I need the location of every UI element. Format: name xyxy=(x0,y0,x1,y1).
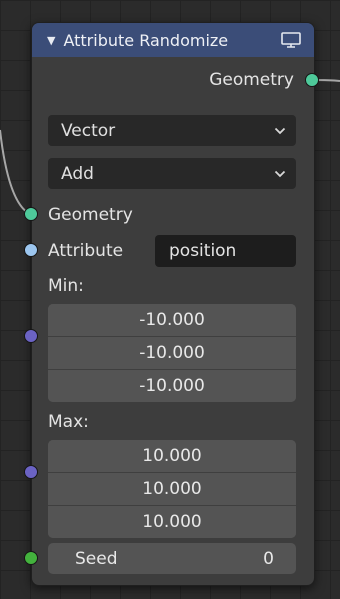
min-y-field[interactable]: -10.000 xyxy=(48,337,296,370)
attribute-name-field[interactable]: position xyxy=(155,235,296,267)
operation-value: Add xyxy=(61,163,94,184)
max-vector-field: 10.000 10.000 10.000 xyxy=(48,440,296,538)
min-socket[interactable] xyxy=(24,329,38,343)
max-x-field[interactable]: 10.000 xyxy=(48,440,296,473)
input-geometry-label: Geometry xyxy=(48,205,133,225)
attribute-socket[interactable] xyxy=(24,243,38,257)
seed-field[interactable]: Seed 0 xyxy=(48,543,296,574)
max-z-field[interactable]: 10.000 xyxy=(48,506,296,538)
seed-label: Seed xyxy=(75,548,118,569)
output-geometry-socket[interactable] xyxy=(305,73,319,87)
min-x-field[interactable]: -10.000 xyxy=(48,304,296,337)
node-title: Attribute Randomize xyxy=(63,30,229,50)
seed-socket[interactable] xyxy=(24,551,38,565)
chevron-down-icon xyxy=(274,127,286,134)
min-label: Min: xyxy=(48,276,84,296)
attribute-label: Attribute xyxy=(48,241,124,261)
monitor-icon[interactable] xyxy=(280,31,302,49)
max-socket[interactable] xyxy=(24,465,38,479)
attribute-name-value: position xyxy=(169,241,237,261)
chevron-down-icon xyxy=(274,170,286,177)
triangle-down-icon[interactable]: ▼ xyxy=(47,34,55,47)
max-y-field[interactable]: 10.000 xyxy=(48,473,296,506)
output-geometry-label: Geometry xyxy=(209,70,294,90)
node-header[interactable]: ▼ Attribute Randomize xyxy=(32,23,314,57)
data-type-value: Vector xyxy=(61,120,116,141)
max-label: Max: xyxy=(48,412,89,432)
data-type-dropdown[interactable]: Vector xyxy=(48,115,296,146)
operation-dropdown[interactable]: Add xyxy=(48,158,296,189)
min-vector-field: -10.000 -10.000 -10.000 xyxy=(48,304,296,402)
input-geometry-socket[interactable] xyxy=(24,207,38,221)
input-geometry-wire xyxy=(0,129,31,215)
seed-value: 0 xyxy=(263,548,274,569)
min-z-field[interactable]: -10.000 xyxy=(48,370,296,402)
attribute-randomize-node[interactable]: ▼ Attribute Randomize Geometry Vector Ad… xyxy=(31,22,315,586)
